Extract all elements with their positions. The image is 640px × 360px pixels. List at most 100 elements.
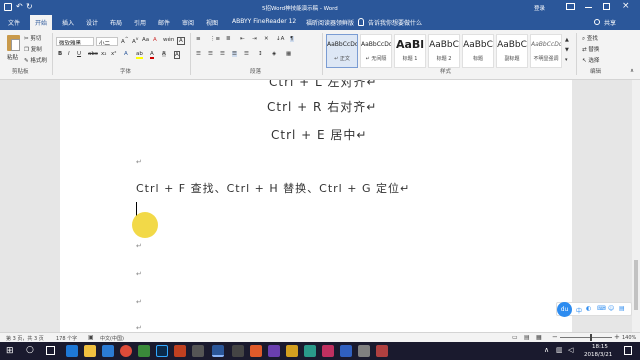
- style-heading1[interactable]: AaBl 标题 1: [394, 34, 426, 68]
- tab-review[interactable]: 审阅: [182, 18, 194, 27]
- ime-toolbar[interactable]: du 中 ◐ ⌨ ☺ ▤: [556, 302, 632, 317]
- login-link[interactable]: 登录: [534, 4, 545, 12]
- close-icon[interactable]: ×: [622, 1, 630, 11]
- grow-font-icon[interactable]: A^: [121, 37, 129, 45]
- notification-icon[interactable]: [624, 346, 632, 355]
- text-effects-icon[interactable]: A: [124, 51, 128, 57]
- scrollbar-thumb[interactable]: [634, 260, 638, 310]
- vertical-scrollbar[interactable]: [632, 80, 640, 332]
- volume-icon[interactable]: ◁: [568, 346, 573, 354]
- select-button[interactable]: ↖ 选择: [582, 56, 599, 64]
- style-heading2[interactable]: AaBbC 标题 2: [428, 34, 460, 68]
- char-shading-icon[interactable]: A: [162, 51, 166, 57]
- app-icon[interactable]: [138, 345, 150, 357]
- store-icon[interactable]: [102, 345, 114, 357]
- share-icon[interactable]: [594, 19, 600, 25]
- app-icon[interactable]: [232, 345, 244, 357]
- style-no-spacing[interactable]: AaBbCcDd ↵ 无间隔: [360, 34, 392, 68]
- line-spacing-icon[interactable]: ↕: [258, 51, 263, 57]
- read-mode-icon[interactable]: ▭: [512, 334, 518, 341]
- show-marks-icon[interactable]: ¶: [290, 36, 294, 42]
- tab-design[interactable]: 设计: [86, 18, 98, 27]
- share-button[interactable]: 共享: [604, 18, 616, 27]
- collapse-ribbon-icon[interactable]: ∧: [630, 68, 634, 74]
- chinese-layout-icon[interactable]: ✕: [264, 36, 269, 42]
- page-count[interactable]: 第 3 页，共 3 页: [6, 335, 44, 342]
- align-center-icon[interactable]: ☰: [208, 51, 213, 57]
- tab-view[interactable]: 视图: [206, 18, 218, 27]
- word-count[interactable]: 178 个字: [56, 335, 77, 342]
- restore-icon[interactable]: [603, 3, 610, 10]
- ribbon-display-icon[interactable]: [566, 3, 575, 10]
- align-left-icon[interactable]: ☰: [196, 51, 201, 57]
- edge-browser-icon[interactable]: [66, 345, 78, 357]
- superscript-icon[interactable]: x²: [111, 51, 116, 57]
- tab-layout[interactable]: 布局: [110, 18, 122, 27]
- underline-icon[interactable]: U: [77, 51, 81, 57]
- zoom-level[interactable]: 140%: [622, 335, 636, 341]
- tab-references[interactable]: 引用: [134, 18, 146, 27]
- windows-start-icon[interactable]: ⊞: [6, 346, 14, 356]
- align-right-icon[interactable]: ☰: [220, 51, 225, 57]
- find-button[interactable]: ⌕ 查找: [582, 34, 598, 43]
- style-normal[interactable]: AaBbCcDd ↵ 正文: [326, 34, 358, 68]
- web-layout-icon[interactable]: ▦: [536, 334, 542, 341]
- tray-expand-icon[interactable]: ∧: [544, 346, 549, 354]
- app-icon[interactable]: [376, 345, 388, 357]
- change-case-icon[interactable]: Aa: [142, 37, 149, 43]
- zoom-out-icon[interactable]: −: [552, 333, 558, 341]
- minimize-icon[interactable]: [585, 7, 592, 8]
- search-icon[interactable]: ○: [26, 345, 34, 355]
- font-size-combo[interactable]: 小二: [96, 37, 118, 46]
- enclose-char-icon[interactable]: A: [177, 37, 185, 45]
- paste-button[interactable]: 粘贴: [4, 33, 24, 63]
- font-color-icon[interactable]: A: [150, 51, 154, 59]
- char-border-icon[interactable]: A: [174, 51, 180, 59]
- language-indicator[interactable]: 中文(中国): [100, 335, 124, 342]
- italic-icon[interactable]: I: [68, 51, 70, 57]
- redo-icon[interactable]: ↻: [26, 2, 33, 11]
- tab-file[interactable]: 文件: [8, 18, 20, 27]
- clock-date[interactable]: 2018/3/21: [584, 352, 612, 358]
- decrease-indent-icon[interactable]: ⇤: [240, 36, 245, 42]
- zoom-slider-thumb[interactable]: [590, 334, 592, 341]
- justify-icon[interactable]: ☰: [232, 51, 237, 57]
- app-icon[interactable]: [322, 345, 334, 357]
- style-title[interactable]: AaBbC 标题: [462, 34, 494, 68]
- word-icon[interactable]: [212, 345, 224, 357]
- app-icon[interactable]: [192, 345, 204, 357]
- tab-abbyy[interactable]: ABBYY FineReader 12: [232, 18, 296, 25]
- tell-me-search[interactable]: 告诉我你想要做什么: [368, 18, 422, 27]
- cut-button[interactable]: ✂ 剪切: [24, 34, 41, 42]
- app-icon[interactable]: [286, 345, 298, 357]
- app-icon[interactable]: [358, 345, 370, 357]
- style-subtitle[interactable]: AaBbC 副标题: [496, 34, 528, 68]
- zoom-in-icon[interactable]: +: [614, 333, 620, 341]
- bullets-icon[interactable]: ≡: [196, 36, 201, 42]
- increase-indent-icon[interactable]: ⇥: [252, 36, 257, 42]
- strikethrough-icon[interactable]: abc: [88, 51, 98, 57]
- copy-button[interactable]: ❐ 复制: [24, 45, 42, 53]
- numbering-icon[interactable]: ⋮≡: [210, 36, 220, 42]
- phonetic-icon[interactable]: wén: [163, 37, 174, 43]
- font-name-combo[interactable]: 微软雅黑: [56, 37, 94, 46]
- task-view-icon[interactable]: [46, 346, 55, 355]
- undo-icon[interactable]: ↶: [16, 2, 23, 11]
- zoom-slider[interactable]: [560, 334, 612, 341]
- highlight-icon[interactable]: ab: [136, 51, 143, 59]
- app-icon[interactable]: [304, 345, 316, 357]
- subscript-icon[interactable]: x₂: [101, 51, 106, 57]
- save-icon[interactable]: [4, 3, 12, 11]
- borders-icon[interactable]: ▦: [286, 51, 291, 57]
- app-icon[interactable]: [340, 345, 352, 357]
- styles-scroll-icon[interactable]: ▲ ▼ ▾: [565, 35, 569, 65]
- clock-time[interactable]: 18:15: [592, 344, 608, 350]
- chrome-icon[interactable]: [120, 345, 132, 357]
- print-layout-icon[interactable]: ▤: [524, 334, 530, 341]
- multilevel-list-icon[interactable]: ≣: [226, 36, 231, 42]
- photoshop-icon[interactable]: [156, 345, 168, 357]
- bold-icon[interactable]: B: [58, 51, 62, 57]
- style-subtle-emphasis[interactable]: AaBbCcDd 不明显强调: [530, 34, 562, 68]
- shrink-font-icon[interactable]: Av: [132, 37, 138, 45]
- network-icon[interactable]: ▥: [556, 346, 563, 354]
